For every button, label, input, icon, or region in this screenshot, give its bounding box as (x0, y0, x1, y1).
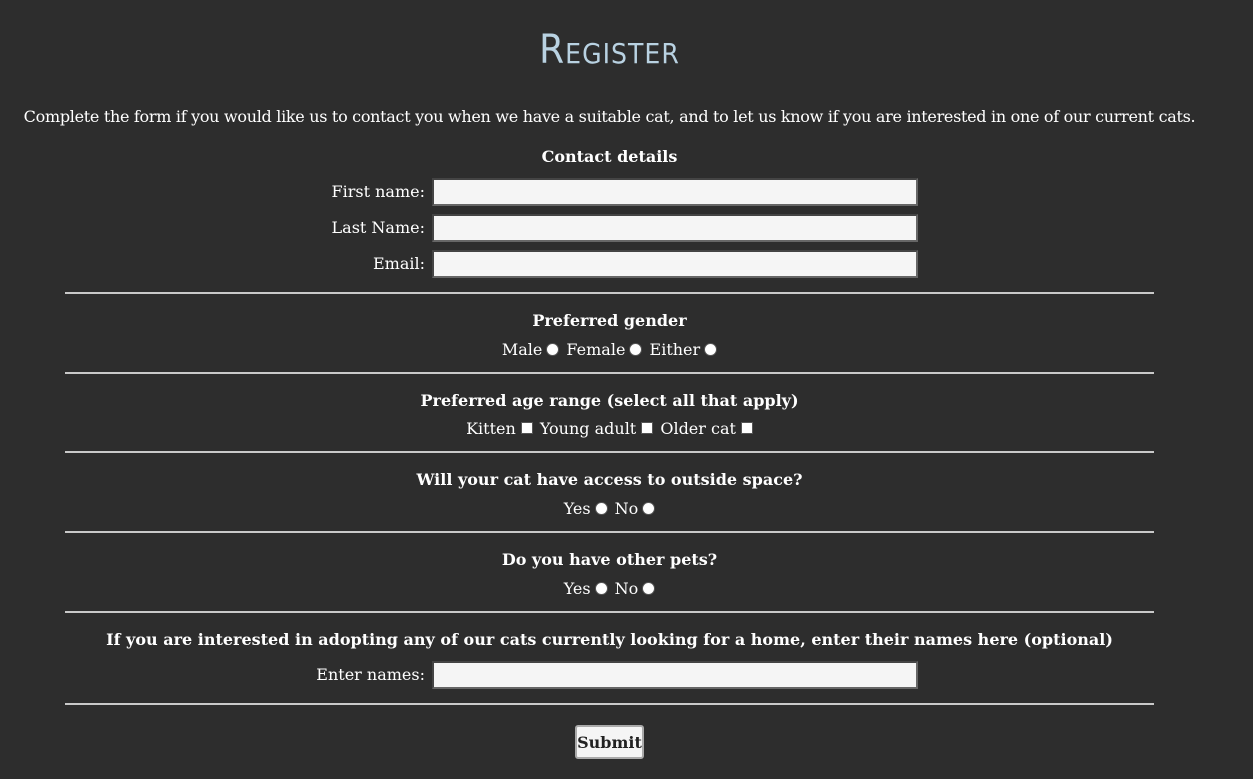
gender-female-radio[interactable] (629, 343, 643, 356)
email-row: Email: (0, 250, 1219, 278)
gender-either-label: Either (649, 340, 701, 359)
contact-details-heading: Contact details (541, 147, 678, 166)
pets-yes-label: Yes (563, 579, 591, 598)
pets-no-radio[interactable] (642, 582, 656, 595)
email-input[interactable] (432, 250, 918, 278)
last-name-input[interactable] (432, 214, 918, 242)
gender-female-label: Female (566, 340, 626, 359)
gender-options: Male Female Either (0, 338, 1219, 362)
outside-yes-radio[interactable] (594, 502, 608, 515)
first-name-label: First name: (331, 182, 425, 201)
gender-either-radio[interactable] (704, 343, 718, 356)
outside-no-radio[interactable] (642, 502, 656, 515)
register-page: Register Complete the form if you would … (0, 0, 1253, 779)
preferred-gender-heading: Preferred gender (532, 311, 687, 330)
last-name-label: Last Name: (331, 218, 425, 237)
age-kitten-checkbox[interactable] (520, 422, 533, 434)
divider (65, 372, 1154, 374)
age-older-cat-label: Older cat (660, 419, 736, 438)
divider (65, 292, 1154, 294)
age-kitten-label: Kitten (466, 419, 516, 438)
pets-options: Yes No (0, 577, 1219, 601)
first-name-input[interactable] (432, 178, 918, 206)
outside-space-heading: Will your cat have access to outside spa… (416, 470, 803, 489)
names-input[interactable] (432, 661, 918, 689)
divider (65, 703, 1154, 705)
names-row: Enter names: (0, 661, 1219, 689)
divider (65, 451, 1154, 453)
outside-options: Yes No (0, 497, 1219, 521)
adopt-heading: If you are interested in adopting any of… (106, 630, 1113, 649)
names-label: Enter names: (316, 665, 425, 684)
age-young-adult-checkbox[interactable] (641, 422, 654, 434)
submit-button[interactable]: Submit (575, 725, 644, 759)
email-label: Email: (372, 254, 425, 273)
pets-no-label: No (614, 579, 639, 598)
age-options: Kitten Young adult Older cat (0, 417, 1219, 441)
other-pets-heading: Do you have other pets? (501, 550, 718, 569)
page-title: Register (539, 27, 680, 73)
gender-male-radio[interactable] (546, 343, 560, 356)
first-name-row: First name: (0, 178, 1219, 206)
intro-text: Complete the form if you would like us t… (23, 107, 1196, 126)
outside-yes-label: Yes (563, 499, 591, 518)
outside-no-label: No (614, 499, 639, 518)
gender-male-label: Male (501, 340, 543, 359)
divider (65, 611, 1154, 613)
age-range-heading: Preferred age range (select all that app… (420, 391, 799, 410)
divider (65, 531, 1154, 533)
last-name-row: Last Name: (0, 214, 1219, 242)
age-young-adult-label: Young adult (539, 419, 637, 438)
age-older-cat-checkbox[interactable] (740, 422, 753, 434)
pets-yes-radio[interactable] (594, 582, 608, 595)
